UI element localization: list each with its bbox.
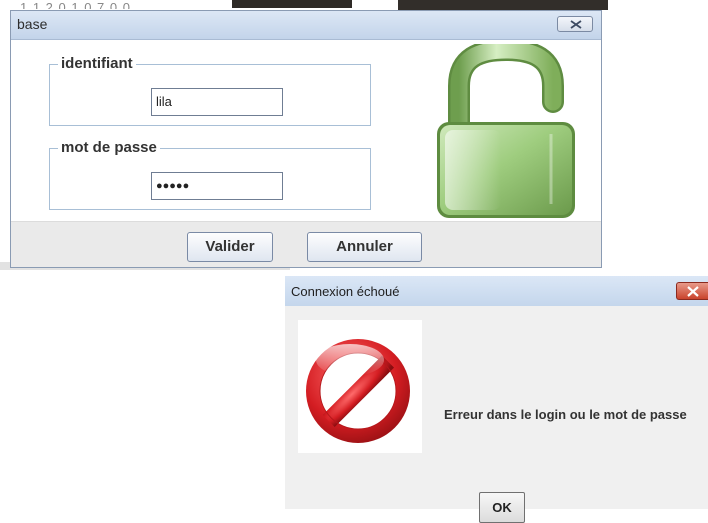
login-window-titlebar[interactable]: base (11, 11, 601, 40)
error-close-button[interactable] (676, 282, 708, 300)
password-label: mot de passe (58, 139, 160, 156)
background-text-fragment: 1 1 2 0 1 0 7 0 0 (20, 0, 131, 9)
error-dialog-titlebar[interactable]: Connexion échoué (285, 276, 708, 306)
error-message: Erreur dans le login ou le mot de passe (444, 407, 687, 422)
error-dialog-title: Connexion échoué (291, 284, 400, 299)
username-label: identifiant (58, 55, 136, 72)
close-icon (570, 20, 582, 29)
ok-button[interactable]: OK (479, 492, 525, 523)
close-icon (687, 286, 699, 297)
background-window-fragment (398, 0, 608, 10)
cancel-button[interactable]: Annuler (307, 232, 422, 262)
background-window-fragment (232, 0, 352, 8)
login-close-button[interactable] (557, 16, 593, 32)
error-icon-panel (298, 320, 422, 453)
forbidden-sign-icon (306, 339, 410, 443)
password-input[interactable]: ●●●●● (151, 172, 283, 200)
validate-button[interactable]: Valider (187, 232, 273, 262)
button-bar: Valider Annuler (11, 221, 601, 267)
open-padlock-icon (437, 44, 575, 218)
username-input[interactable]: lila (151, 88, 283, 116)
error-dialog-body: Erreur dans le login ou le mot de passe … (289, 306, 708, 523)
username-group: identifiant lila (49, 55, 371, 126)
login-window-title: base (17, 16, 48, 32)
password-group: mot de passe ●●●●● (49, 139, 371, 210)
login-window: base identifiant lila mot de passe ●●●●● (10, 10, 602, 268)
error-dialog: Connexion échoué Erreur dans le login ou… (285, 276, 708, 523)
